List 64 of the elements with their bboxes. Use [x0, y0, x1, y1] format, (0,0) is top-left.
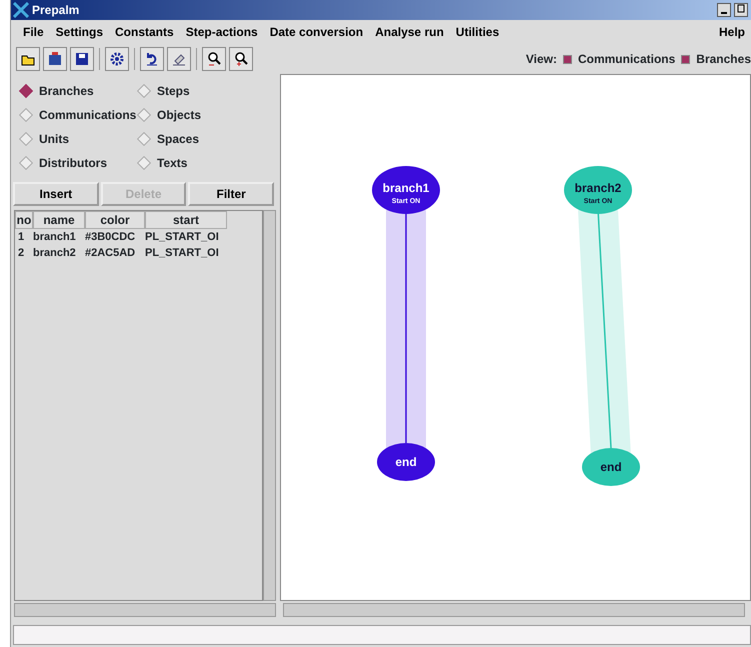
toolbar-button[interactable] — [105, 47, 129, 71]
radio-label: Communications — [39, 107, 136, 124]
minimize-icon — [721, 12, 727, 14]
table-cell-text: PL_START_OI — [145, 230, 220, 245]
menu-item[interactable]: Step-actions — [180, 23, 264, 41]
branch-node[interactable] — [372, 166, 440, 214]
end-node[interactable] — [582, 448, 640, 486]
push-button[interactable]: Insert — [13, 182, 99, 206]
push-button[interactable]: Filter — [188, 182, 274, 206]
menu-item[interactable]: Utilities — [450, 23, 506, 41]
table-cell-text: 2 — [17, 246, 26, 261]
menu-item[interactable]: File — [17, 23, 50, 41]
maximize-button[interactable] — [734, 3, 748, 17]
toolbar-button[interactable] — [16, 47, 40, 71]
radio-label: Distributors — [39, 155, 108, 172]
menu-item[interactable]: Constants — [109, 23, 180, 41]
toolbar-button[interactable] — [140, 47, 164, 71]
view-label: View: — [526, 51, 557, 68]
radio-label: Objects — [157, 107, 202, 124]
table-cell-text: PL_START_OI — [145, 246, 220, 261]
table-cell-text: #3B0CDC — [85, 230, 136, 245]
window-title: Prepalm — [32, 2, 80, 19]
table-cell-text: branch1 — [33, 230, 77, 245]
checkbox[interactable] — [681, 54, 690, 64]
toolbar-button[interactable] — [70, 47, 94, 71]
vertical-scrollbar[interactable] — [263, 210, 276, 601]
settings-icon — [109, 51, 125, 67]
radio-label: Units — [39, 131, 69, 148]
radio-label: Spaces — [157, 131, 200, 148]
radio-label: Texts — [157, 155, 188, 172]
table-cell-text: #2AC5AD — [85, 246, 136, 261]
zoom-out-icon — [206, 51, 222, 67]
node-label: end — [600, 460, 622, 474]
toolbar-button[interactable] — [43, 47, 67, 71]
column-header[interactable]: color — [85, 211, 145, 229]
table-cell-text: 1 — [17, 230, 26, 245]
save-icon — [74, 51, 90, 67]
end-node[interactable] — [377, 443, 435, 481]
table-cell-text: branch2 — [33, 246, 77, 261]
menu-item[interactable]: Help — [712, 23, 751, 41]
node-label: branch2 — [574, 181, 622, 195]
radio-label: Branches — [39, 83, 94, 100]
zoom-in-icon — [233, 51, 249, 67]
undo-icon — [144, 51, 160, 67]
menu-item[interactable]: Settings — [50, 23, 110, 41]
maximize-icon — [737, 4, 745, 14]
column-header[interactable]: start — [145, 211, 227, 229]
checkbox[interactable] — [562, 54, 572, 64]
radio-label: Steps — [157, 83, 190, 100]
toolbar-button[interactable] — [229, 47, 253, 71]
column-header[interactable]: name — [33, 211, 85, 229]
horizontal-scrollbar[interactable] — [283, 603, 745, 617]
minimize-button[interactable] — [717, 3, 731, 17]
toolbar-button[interactable] — [202, 47, 226, 71]
app-logo-icon — [13, 2, 29, 18]
menu-item[interactable]: Analyse run — [369, 23, 450, 41]
branch-node[interactable] — [564, 166, 632, 214]
checkbox-label: Branches — [696, 51, 751, 68]
horizontal-scrollbar[interactable] — [14, 603, 276, 617]
menu-item[interactable]: Date conversion — [264, 23, 370, 41]
node-label: branch1 — [382, 181, 430, 195]
column-header[interactable]: no — [15, 211, 33, 229]
checkbox-label: Communications — [578, 51, 676, 68]
node-label: end — [395, 455, 417, 469]
